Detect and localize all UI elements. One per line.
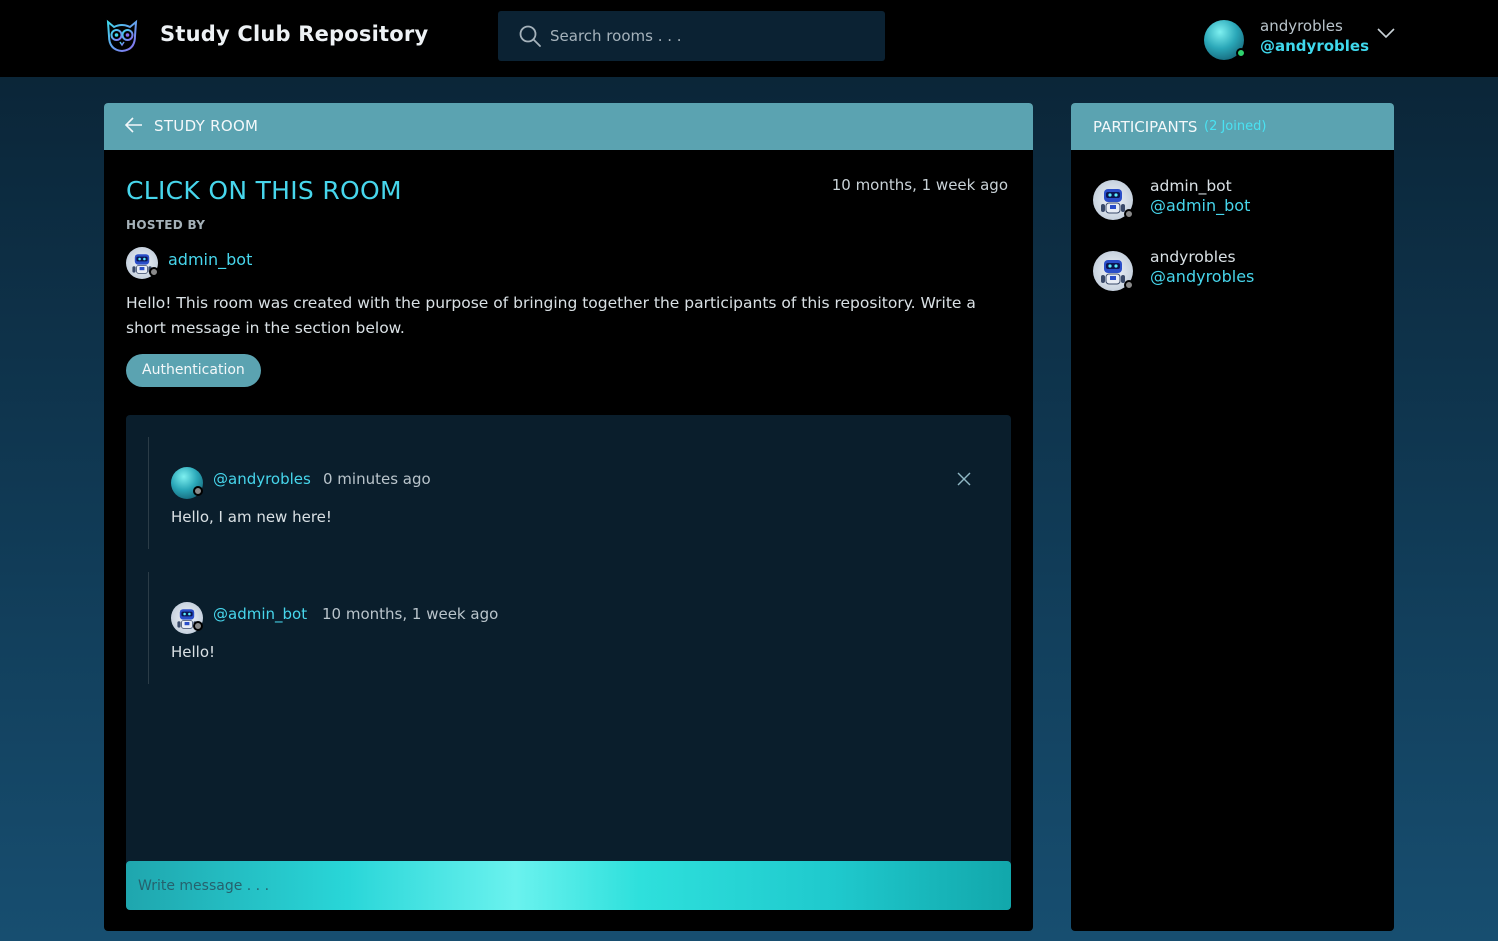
app-title[interactable]: Study Club Repository xyxy=(160,22,428,46)
participant-item[interactable]: admin_bot @admin_bot xyxy=(1093,177,1373,224)
offline-status-indicator xyxy=(149,267,159,277)
offline-status-indicator xyxy=(1124,280,1134,290)
message-item: @admin_bot 10 months, 1 week ago Hello! xyxy=(148,572,978,684)
user-menu[interactable]: andyrobles @andyrobles xyxy=(1200,14,1400,64)
message-composer xyxy=(126,861,1011,910)
message-author[interactable]: @admin_bot xyxy=(213,605,307,623)
offline-status-indicator xyxy=(193,486,203,496)
room-description: Hello! This room was created with the pu… xyxy=(126,294,976,337)
offline-status-indicator xyxy=(193,621,203,631)
participants-title: PARTICIPANTS xyxy=(1093,118,1198,136)
message-time: 10 months, 1 week ago xyxy=(322,605,499,623)
room-header: STUDY ROOM xyxy=(104,103,1033,150)
room-panel: STUDY ROOM CLICK ON THIS ROOM 10 months,… xyxy=(104,103,1033,931)
top-navbar: Study Club Repository andyrobles @andyro… xyxy=(0,0,1498,77)
participants-panel: PARTICIPANTS (2 Joined) admin_bot @admin… xyxy=(1071,103,1394,931)
conversation-thread[interactable]: @andyrobles 0 minutes ago Hello, I am ne… xyxy=(126,415,1011,910)
participant-name: admin_bot xyxy=(1150,177,1232,195)
topic-badge[interactable]: Authentication xyxy=(126,354,261,387)
owl-icon[interactable] xyxy=(104,18,140,54)
participant-handle[interactable]: @andyrobles xyxy=(1150,267,1254,286)
hosted-by-label: HOSTED BY xyxy=(126,218,206,232)
room-title: CLICK ON THIS ROOM xyxy=(126,176,402,205)
user-name: andyrobles xyxy=(1260,17,1343,35)
search-input[interactable] xyxy=(550,11,870,61)
message-body: Hello! xyxy=(171,643,216,661)
participants-count: (2 Joined) xyxy=(1204,119,1267,134)
message-time: 0 minutes ago xyxy=(323,470,431,488)
participants-header: PARTICIPANTS (2 Joined) xyxy=(1071,103,1394,150)
arrow-left-icon[interactable] xyxy=(124,116,144,134)
user-handle: @andyrobles xyxy=(1260,37,1369,55)
participant-name: andyrobles xyxy=(1150,248,1236,266)
chevron-down-icon[interactable] xyxy=(1376,26,1396,40)
offline-status-indicator xyxy=(1124,209,1134,219)
search-bar xyxy=(498,11,885,61)
search-icon xyxy=(519,25,541,47)
room-header-label: STUDY ROOM xyxy=(154,117,259,135)
message-body: Hello, I am new here! xyxy=(171,508,332,526)
message-author[interactable]: @andyrobles xyxy=(213,470,311,488)
message-item: @andyrobles 0 minutes ago Hello, I am ne… xyxy=(148,437,978,549)
message-input[interactable] xyxy=(126,861,1011,910)
close-icon[interactable] xyxy=(957,472,971,486)
online-status-indicator xyxy=(1236,48,1246,58)
room-created-time: 10 months, 1 week ago xyxy=(831,176,1008,194)
participant-handle[interactable]: @admin_bot xyxy=(1150,196,1250,215)
host-name[interactable]: admin_bot xyxy=(168,250,252,269)
participant-item[interactable]: andyrobles @andyrobles xyxy=(1093,248,1373,295)
